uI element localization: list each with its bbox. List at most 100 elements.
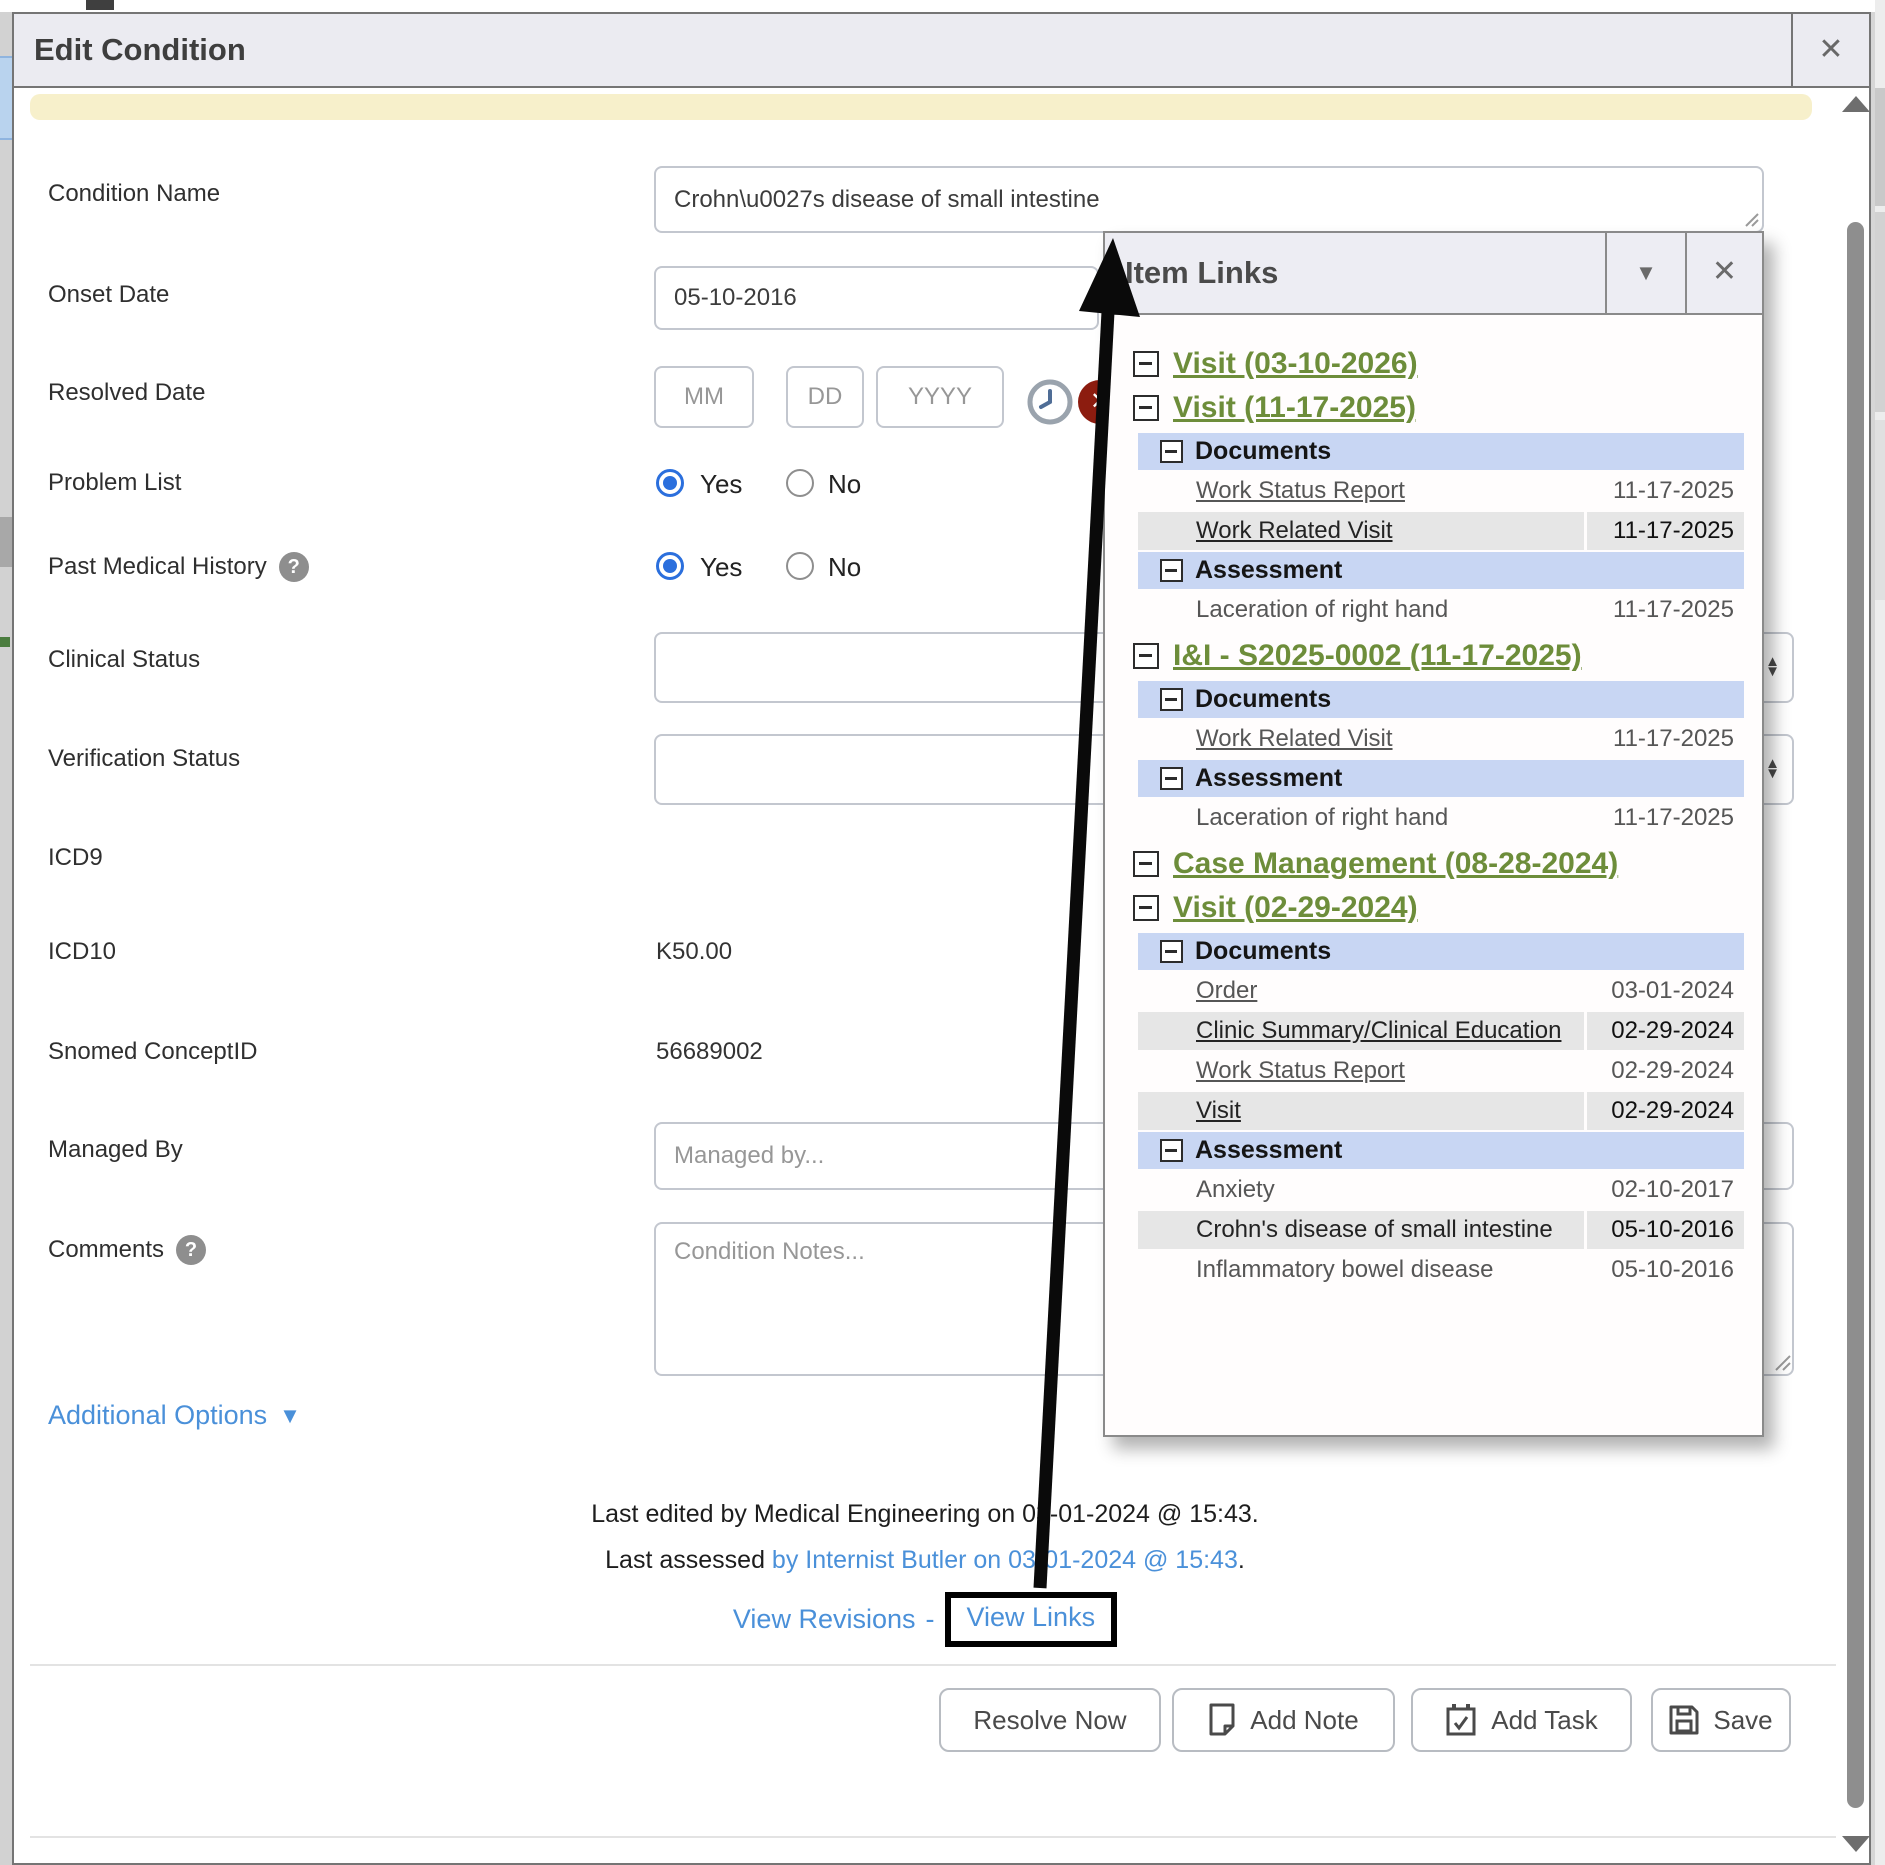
item-date: 11-17-2025 <box>1587 799 1744 837</box>
tree-section-row: Visit (03-10-2026) <box>1133 347 1744 381</box>
tree-category-row: Documents <box>1138 433 1744 470</box>
resolve-now-button[interactable]: Resolve Now <box>939 1688 1161 1752</box>
scrollbar-down-arrow[interactable] <box>1842 1836 1870 1852</box>
document-link[interactable]: Work Status Report <box>1138 472 1584 510</box>
icd10-label: ICD10 <box>48 938 116 966</box>
document-link[interactable]: Work Related Visit <box>1138 720 1584 758</box>
collapse-box-icon[interactable] <box>1133 895 1159 921</box>
item-date: 11-17-2025 <box>1587 720 1744 758</box>
item-date: 02-29-2024 <box>1587 1052 1744 1090</box>
add-note-button[interactable]: Add Note <box>1172 1688 1395 1752</box>
document-link[interactable]: Work Status Report <box>1138 1052 1584 1090</box>
icd10-value: K50.00 <box>656 938 732 966</box>
last-assessed-link[interactable]: by Internist Butler on 03-01-2024 @ 15:4… <box>772 1546 1238 1574</box>
panel-close-button[interactable]: ✕ <box>1685 233 1762 313</box>
tree-item-row: Clinic Summary/Clinical Education02-29-2… <box>1138 1012 1744 1050</box>
background-fragment <box>1875 88 1885 206</box>
background-fragment <box>0 517 12 567</box>
tree-section-row: Visit (11-17-2025) <box>1133 391 1744 425</box>
collapse-box-icon[interactable] <box>1133 643 1159 669</box>
background-fragment <box>0 56 12 140</box>
view-links-link[interactable]: View Links <box>967 1602 1096 1632</box>
item-date: 05-10-2016 <box>1587 1211 1744 1249</box>
resolved-date-label: Resolved Date <box>48 379 205 407</box>
problem-list-yes-radio[interactable] <box>656 469 684 497</box>
collapse-box-icon[interactable] <box>1160 767 1183 790</box>
item-links-tree: Visit (03-10-2026) Visit (11-17-2025) Do… <box>1105 315 1762 1435</box>
problem-list-label: Problem List <box>48 469 181 497</box>
document-link[interactable]: Work Related Visit <box>1138 512 1584 550</box>
condition-name-label: Condition Name <box>48 180 220 208</box>
collapse-box-icon[interactable] <box>1133 851 1159 877</box>
item-links-titlebar[interactable]: Item Links ▼ ✕ <box>1105 233 1762 315</box>
section-link[interactable]: Case Management (08-28-2024) <box>1173 847 1618 881</box>
pmh-no-radio[interactable] <box>786 552 814 580</box>
tree-category-row: Assessment <box>1138 1132 1744 1169</box>
section-link[interactable]: Visit (03-10-2026) <box>1173 347 1418 381</box>
tree-category-row: Assessment <box>1138 760 1744 797</box>
tree-item-row: Visit02-29-2024 <box>1138 1092 1744 1130</box>
resize-grip-icon[interactable] <box>1772 1352 1792 1372</box>
dialog-close-button[interactable]: ✕ <box>1793 14 1869 86</box>
assessment-item: Laceration of right hand <box>1138 799 1584 837</box>
condition-name-input[interactable] <box>654 166 1764 233</box>
dialog-titlebar: Edit Condition ✕ <box>12 12 1871 88</box>
item-date: 02-29-2024 <box>1587 1012 1744 1050</box>
save-button[interactable]: Save <box>1651 1688 1791 1752</box>
category-label: Assessment <box>1195 764 1342 793</box>
collapse-box-icon[interactable] <box>1133 351 1159 377</box>
add-task-button[interactable]: Add Task <box>1411 1688 1632 1752</box>
pmh-yes-radio[interactable] <box>656 552 684 580</box>
tree-section-row: Case Management (08-28-2024) <box>1133 847 1744 881</box>
onset-date-label: Onset Date <box>48 281 169 309</box>
onset-date-input[interactable] <box>654 266 1099 330</box>
footer-divider <box>30 1664 1836 1666</box>
background-fragment <box>0 637 10 647</box>
category-label: Assessment <box>1195 1136 1342 1165</box>
view-revisions-link[interactable]: View Revisions <box>733 1604 916 1635</box>
item-date: 02-29-2024 <box>1587 1092 1744 1130</box>
problem-list-no-radio[interactable] <box>786 469 814 497</box>
collapse-box-icon[interactable] <box>1133 395 1159 421</box>
background-page-top-strip <box>0 0 1885 12</box>
background-page-left-strip <box>0 12 12 1865</box>
resolved-day-input[interactable] <box>786 366 864 428</box>
resolved-year-input[interactable] <box>876 366 1004 428</box>
document-link[interactable]: Clinic Summary/Clinical Education <box>1138 1012 1584 1050</box>
help-icon[interactable]: ? <box>279 552 309 582</box>
item-date: 11-17-2025 <box>1587 472 1744 510</box>
collapse-box-icon[interactable] <box>1160 440 1183 463</box>
section-link[interactable]: I&I - S2025-0002 (11-17-2025) <box>1173 639 1582 673</box>
category-label: Documents <box>1195 437 1331 466</box>
section-link[interactable]: Visit (11-17-2025) <box>1173 391 1416 425</box>
clock-icon[interactable] <box>1026 378 1074 426</box>
help-icon[interactable]: ? <box>176 1235 206 1265</box>
item-date: 11-17-2025 <box>1587 512 1744 550</box>
collapse-box-icon[interactable] <box>1160 559 1183 582</box>
scrollbar-up-arrow[interactable] <box>1842 96 1870 112</box>
clinical-status-label: Clinical Status <box>48 646 200 674</box>
verification-status-label: Verification Status <box>48 745 240 773</box>
background-fragment <box>1875 212 1885 412</box>
tree-section-row: I&I - S2025-0002 (11-17-2025) <box>1133 639 1744 673</box>
item-date: 05-10-2016 <box>1587 1251 1744 1289</box>
item-date: 03-01-2024 <box>1587 972 1744 1010</box>
section-link[interactable]: Visit (02-29-2024) <box>1173 891 1418 925</box>
collapse-box-icon[interactable] <box>1160 1139 1183 1162</box>
document-link[interactable]: Order <box>1138 972 1584 1010</box>
tree-item-row: Work Related Visit11-17-2025 <box>1138 512 1744 550</box>
last-edited-text: Last edited by Medical Engineering on 03… <box>30 1500 1820 1529</box>
background-page-right-strip <box>1875 0 1885 1865</box>
resize-grip-icon[interactable] <box>1742 210 1760 228</box>
collapse-box-icon[interactable] <box>1160 940 1183 963</box>
panel-collapse-button[interactable]: ▼ <box>1605 233 1685 313</box>
resolved-month-input[interactable] <box>654 366 754 428</box>
additional-options-link[interactable]: Additional Options ▼ <box>48 1400 301 1431</box>
document-link[interactable]: Visit <box>1138 1092 1584 1130</box>
tree-item-row: Work Status Report02-29-2024 <box>1138 1052 1744 1090</box>
tree-section-row: Visit (02-29-2024) <box>1133 891 1744 925</box>
collapse-box-icon[interactable] <box>1160 688 1183 711</box>
scrollbar-thumb[interactable] <box>1847 222 1864 1808</box>
problem-list-yes-label: Yes <box>700 469 742 500</box>
item-date: 11-17-2025 <box>1587 591 1744 629</box>
